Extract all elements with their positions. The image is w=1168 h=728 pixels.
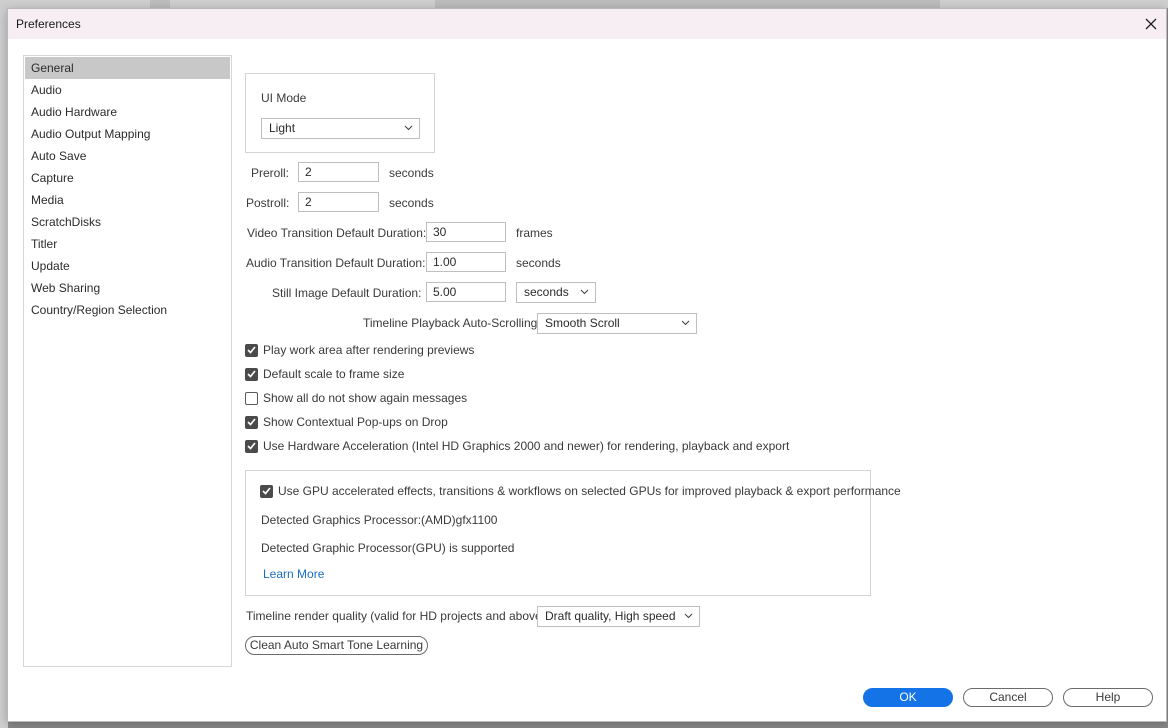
postroll-input[interactable]: 2 [298,192,379,212]
title-bar: Preferences [8,9,1166,39]
gpu-group: Use GPU accelerated effects, transitions… [245,470,901,596]
checkmark-icon [247,346,256,354]
default-scale-label: Default scale to frame size [263,367,405,381]
sidebar-item-scratchdisks[interactable]: ScratchDisks [25,211,230,233]
postroll-label: Postroll: [246,196,290,210]
background-app-strip [0,0,1168,8]
sidebar-item-media[interactable]: Media [25,189,230,211]
sidebar-item-capture[interactable]: Capture [25,167,230,189]
help-button[interactable]: Help [1063,688,1153,707]
dialog-title: Preferences [16,17,81,31]
sidebar-item-country-region[interactable]: Country/Region Selection [25,299,230,321]
clean-smart-tone-button[interactable]: Clean Auto Smart Tone Learning [245,636,428,655]
sidebar-item-web-sharing[interactable]: Web Sharing [25,277,230,299]
contextual-popups-checkbox[interactable] [245,415,258,429]
preferences-dialog: Preferences General Audio Audio Hardware… [7,8,1167,722]
still-image-label: Still Image Default Duration: [272,286,422,300]
checkbox-row-contextual-popups: Show Contextual Pop-ups on Drop [245,414,448,430]
show-messages-checkbox[interactable] [245,391,258,405]
sidebar-item-titler[interactable]: Titler [25,233,230,255]
chevron-down-icon [684,613,693,619]
video-transition-input[interactable]: 30 [426,222,506,242]
preroll-label: Preroll: [251,166,290,180]
audio-transition-input[interactable]: 1.00 [426,252,506,272]
preroll-unit: seconds [389,166,434,180]
ui-mode-value: Light [269,121,296,135]
autoscroll-select[interactable]: Smooth Scroll [537,313,697,334]
video-transition-label: Video Transition Default Duration: [247,226,427,240]
autoscroll-value: Smooth Scroll [545,316,620,330]
ui-mode-label: UI Mode [261,91,307,105]
sidebar-item-general[interactable]: General [25,57,230,79]
ok-button[interactable]: OK [863,688,953,707]
default-scale-checkbox[interactable] [245,367,258,381]
sidebar-item-auto-save[interactable]: Auto Save [25,145,230,167]
still-image-unit-value: seconds [524,285,569,299]
render-quality-value: Draft quality, High speed [545,609,676,623]
preferences-sidebar: General Audio Audio Hardware Audio Outpu… [23,55,232,667]
contextual-popups-label: Show Contextual Pop-ups on Drop [263,415,448,429]
gpu-accelerated-checkbox[interactable] [260,484,273,498]
close-icon [1145,18,1157,30]
still-image-input[interactable]: 5.00 [426,282,506,302]
checkmark-icon [247,442,256,450]
play-work-area-checkbox[interactable] [245,343,258,357]
render-quality-label: Timeline render quality (valid for HD pr… [246,609,550,623]
chevron-down-icon [580,289,589,295]
video-transition-unit: frames [516,226,553,240]
learn-more-link[interactable]: Learn More [263,567,324,581]
ui-mode-group: UI Mode Light [245,73,435,153]
gpu-checkbox-row: Use GPU accelerated effects, transitions… [260,484,901,498]
checkmark-icon [247,418,256,426]
ui-mode-select[interactable]: Light [261,118,420,139]
detected-gpu-label: Detected Graphics Processor: [261,513,422,527]
hardware-acceleration-checkbox[interactable] [245,439,258,453]
audio-transition-unit: seconds [516,256,561,270]
checkbox-row-show-messages: Show all do not show again messages [245,390,467,406]
postroll-unit: seconds [389,196,434,210]
checkbox-row-hardware-acceleration: Use Hardware Acceleration (Intel HD Grap… [245,438,789,454]
show-messages-label: Show all do not show again messages [263,391,468,405]
render-quality-select[interactable]: Draft quality, High speed [537,606,700,627]
sidebar-item-audio-hardware[interactable]: Audio Hardware [25,101,230,123]
audio-transition-label: Audio Transition Default Duration: [246,256,426,270]
gpu-accelerated-label: Use GPU accelerated effects, transitions… [278,484,901,498]
sidebar-item-update[interactable]: Update [25,255,230,277]
background-segment [435,0,940,8]
sidebar-item-audio[interactable]: Audio [25,79,230,101]
hardware-acceleration-label: Use Hardware Acceleration (Intel HD Grap… [263,439,790,453]
preroll-input[interactable]: 2 [298,162,379,182]
chevron-down-icon [681,320,690,326]
sidebar-item-audio-output-mapping[interactable]: Audio Output Mapping [25,123,230,145]
chevron-down-icon [404,125,413,131]
cancel-button[interactable]: Cancel [963,688,1053,707]
close-button[interactable] [1138,11,1164,37]
background-segment [150,0,170,8]
checkmark-icon [262,487,271,495]
gpu-supported-text: Detected Graphic Processor(GPU) is suppo… [261,541,515,555]
detected-gpu-value: (AMD)gfx1100 [421,513,498,527]
checkbox-row-default-scale: Default scale to frame size [245,366,404,382]
checkmark-icon [247,370,256,378]
play-work-area-label: Play work area after rendering previews [263,343,475,357]
checkbox-row-play-work-area: Play work area after rendering previews [245,342,474,358]
autoscroll-label: Timeline Playback Auto-Scrolling: [363,316,541,330]
still-image-unit-select[interactable]: seconds [516,282,596,303]
